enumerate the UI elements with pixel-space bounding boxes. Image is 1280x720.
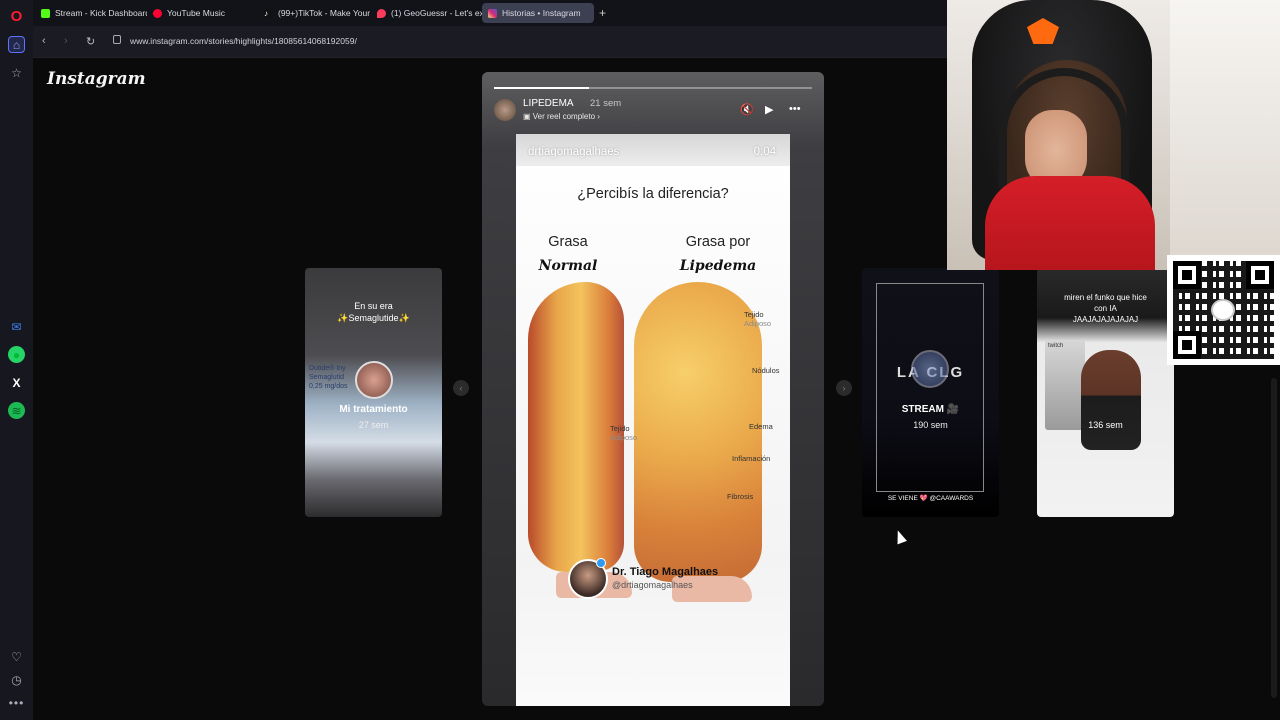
box-label: twitch [1048, 343, 1064, 349]
clock-icon[interactable]: ◷ [8, 671, 25, 688]
heart-icon[interactable]: ♡ [8, 648, 25, 665]
kick-icon [41, 8, 50, 18]
scrollbar[interactable] [1271, 378, 1277, 698]
story-content: drtiagomagalhaes 0:04 ¿Percibís la difer… [516, 134, 790, 706]
tab-label: YouTube Music [167, 8, 225, 18]
card-text: con IA [1094, 304, 1117, 313]
instagram-icon [488, 8, 497, 18]
card-title: STREAM 🎥 [901, 404, 960, 415]
label-tejido-adiposo-left: Tejido Adiposo [610, 424, 637, 442]
tab-label: (99+)TikTok - Make Your D [278, 8, 370, 18]
funko-figure [1081, 350, 1141, 450]
card-age: 27 sem [358, 420, 389, 430]
card-age: 136 sem [1088, 420, 1123, 430]
right-label-em: Lipedema [679, 258, 757, 274]
tab-tiktok[interactable]: ♪ (99+)TikTok - Make Your D [258, 3, 370, 23]
next-story-button[interactable]: › [836, 380, 852, 396]
lock-icon [113, 35, 121, 44]
story-username[interactable]: LIPEDEMA [523, 98, 574, 109]
tab-instagram-stories[interactable]: Historias • Instagram [482, 3, 594, 23]
left-label: Grasa [548, 234, 588, 250]
doctor-name: Dr. Tiago Magalhaes [612, 566, 719, 578]
card-text: JAAJAJAJAJAJAJ [1072, 315, 1139, 324]
story-card-next-1[interactable]: LA CLG STREAM 🎥 190 sem SE VIENE 💖 @CAAW… [862, 268, 999, 517]
box-text: Dutide® Iny [309, 365, 346, 372]
webcam-overlay [947, 0, 1280, 270]
card-text: miren el funko que hice [1064, 293, 1147, 302]
reload-icon[interactable]: ↻ [86, 35, 95, 48]
label-fibrosis: Fibrosis [727, 492, 754, 501]
more-options-icon[interactable]: ••• [789, 103, 801, 115]
label-line: Adiposo [744, 319, 772, 328]
back-icon[interactable]: ‹ [42, 35, 46, 47]
forward-icon[interactable]: › [64, 35, 68, 47]
avatar [911, 350, 949, 388]
box-text: 0,25 mg/dos [309, 383, 348, 390]
right-label: Grasa por [685, 234, 751, 250]
tab-label: Stream - Kick Dashboard [55, 8, 147, 18]
screen: O ⌂ ☆ ✉ ● X ≋ ♡ ◷ ••• Stream - Kick Dash… [0, 0, 1280, 720]
whatsapp-icon[interactable]: ● [8, 346, 25, 363]
label-tejido-adiposo: Tejido Adiposo [744, 310, 771, 328]
tiktok-icon: ♪ [264, 8, 273, 18]
more-icon[interactable]: ••• [8, 694, 25, 711]
story-time: 21 sem [590, 98, 622, 109]
home-icon[interactable]: ⌂ [8, 36, 25, 53]
content-handle: drtiagomagalhaes [528, 146, 620, 158]
story-viewer[interactable]: LIPEDEMA 21 sem ▣ Ver reel completo › 🔇 … [482, 72, 824, 706]
tab-kick-dashboard[interactable]: Stream - Kick Dashboard [35, 3, 147, 23]
avatar [355, 361, 393, 399]
story-card-next-2[interactable]: miren el funko que hice con IA JAAJAJAJA… [1037, 268, 1174, 517]
new-tab-button[interactable]: + [599, 6, 606, 20]
opera-logo-icon[interactable]: O [8, 8, 25, 25]
tab-geoguessr[interactable]: (1) GeoGuessr - Let's explo [371, 3, 483, 23]
label-inflamacion: Inflamación [732, 454, 771, 463]
tab-youtube-music[interactable]: YouTube Music [147, 3, 257, 23]
left-label-em: Normal [538, 258, 598, 274]
mute-icon[interactable]: 🔇 [740, 103, 754, 116]
url-field[interactable]: www.instagram.com/stories/highlights/180… [130, 36, 357, 46]
tab-bar: Stream - Kick Dashboard YouTube Music ♪ … [33, 0, 947, 26]
geoguessr-icon [377, 8, 386, 18]
view-reel-link[interactable]: ▣ Ver reel completo › [523, 112, 600, 121]
verified-icon [596, 558, 606, 568]
tab-label: (1) GeoGuessr - Let's explo [391, 8, 483, 18]
qr-code [1167, 255, 1280, 365]
spotify-icon[interactable]: ≋ [8, 402, 25, 419]
card-footer: SE VIENE 💖 @CAAWARDS [887, 495, 974, 502]
lipedema-leg-illustration [634, 282, 762, 582]
card-age: 190 sem [913, 420, 948, 430]
card-text: ✨Semaglutide✨ [337, 313, 410, 323]
content-duration: 0:04 [753, 146, 776, 158]
funko-box: twitch [1045, 340, 1085, 430]
x-icon[interactable]: X [8, 374, 25, 391]
reel-link-label: Ver reel completo [532, 112, 596, 121]
prev-story-button[interactable]: ‹ [453, 380, 469, 396]
tab-label: Historias • Instagram [502, 8, 581, 18]
card-text: En su era [354, 301, 393, 311]
doctor-handle: @drtiagomagalhaes [612, 580, 693, 590]
content-question: ¿Percibís la diferencia? [577, 186, 729, 202]
label-nodulos: Nódulos [752, 366, 780, 375]
label-line: Tejido [744, 310, 764, 319]
story-progress-bar [494, 87, 812, 89]
address-bar: ‹ › ↻ www.instagram.com/stories/highligh… [33, 26, 947, 58]
star-icon[interactable]: ☆ [8, 64, 25, 81]
messenger-icon[interactable]: ✉ [8, 318, 25, 335]
label-edema: Edema [749, 422, 773, 431]
card-title: Mi tratamiento [339, 404, 408, 415]
youtube-music-icon [153, 8, 162, 18]
progress-fill [494, 87, 590, 89]
box-text: Semaglutid [309, 374, 345, 381]
avatar[interactable] [494, 99, 516, 121]
story-card-prev[interactable]: En su era ✨Semaglutide✨ Dutide® Iny Sema… [305, 268, 442, 517]
label-line: Adiposo [610, 433, 638, 442]
play-icon[interactable]: ▶ [765, 103, 773, 116]
label-line: Tejido [610, 424, 630, 433]
headset [999, 68, 1129, 188]
instagram-logo[interactable]: Instagram [47, 69, 146, 89]
opera-sidebar: O ⌂ ☆ ✉ ● X ≋ ♡ ◷ ••• [0, 0, 33, 720]
